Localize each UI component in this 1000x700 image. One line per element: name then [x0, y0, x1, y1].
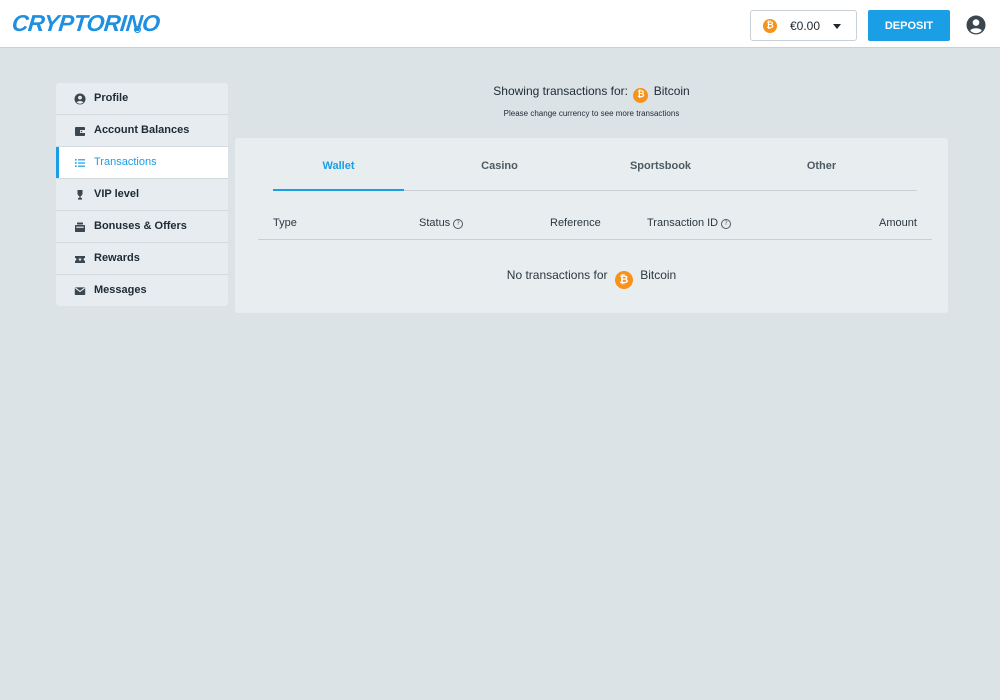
currency-name: Bitcoin	[653, 84, 690, 98]
showing-transactions-heading: Showing transactions for: ₿ Bitcoin	[235, 84, 948, 103]
column-header-label: Transaction ID	[647, 217, 719, 229]
showing-prefix: Showing transactions for:	[493, 84, 629, 98]
sidebar-item-messages[interactable]: Messages	[56, 275, 228, 306]
tab-wallet[interactable]: Wallet	[273, 138, 404, 191]
top-bar: CRYPTORINO ₿ €0.00 DEPOSIT	[0, 0, 1000, 48]
sidebar-item-bonuses-offers[interactable]: Bonuses & Offers	[56, 211, 228, 243]
column-header-reference: Reference	[550, 217, 601, 229]
site-logo[interactable]: CRYPTORINO	[11, 10, 161, 37]
gift-icon	[75, 222, 85, 232]
account-icon[interactable]	[966, 15, 986, 35]
sidebar-item-rewards[interactable]: Rewards	[56, 243, 228, 275]
deposit-button[interactable]: DEPOSIT	[868, 10, 950, 41]
help-icon[interactable]: ?	[453, 219, 464, 229]
sidebar-item-transactions[interactable]: Transactions	[56, 147, 228, 179]
logo-mark-icon	[134, 26, 141, 33]
bitcoin-icon: ₿	[763, 19, 777, 33]
tab-other[interactable]: Other	[756, 138, 887, 190]
column-header-amount: Amount	[879, 217, 917, 229]
transaction-tabs: Wallet Casino Sportsbook Other	[273, 138, 917, 191]
profile-icon	[74, 93, 86, 105]
envelope-icon	[74, 287, 86, 295]
column-header-status: Status?	[419, 217, 464, 229]
caret-down-icon	[833, 24, 841, 29]
tab-sportsbook[interactable]: Sportsbook	[595, 138, 726, 190]
bitcoin-icon: ₿	[614, 271, 633, 289]
sidebar-item-label: Profile	[94, 92, 129, 104]
sidebar-item-label: Transactions	[94, 156, 157, 168]
account-sidebar: Profile Account Balances Transactions VI…	[56, 83, 228, 306]
sidebar-item-account-balances[interactable]: Account Balances	[56, 115, 228, 147]
sidebar-item-vip-level[interactable]: VIP level	[56, 179, 228, 211]
ticket-icon	[75, 256, 85, 263]
bitcoin-icon: ₿	[633, 88, 649, 103]
trophy-icon	[77, 190, 83, 200]
empty-state-currency: Bitcoin	[640, 268, 677, 282]
empty-state-prefix: No transactions for	[506, 268, 608, 282]
table-header: Type Status? Reference Transaction ID? A…	[258, 206, 932, 240]
column-header-label: Status	[419, 217, 451, 229]
sidebar-item-label: Bonuses & Offers	[94, 220, 187, 232]
balance-selector[interactable]: ₿ €0.00	[750, 10, 857, 41]
change-currency-hint: Please change currency to see more trans…	[503, 109, 680, 118]
list-icon	[75, 159, 85, 167]
help-icon[interactable]: ?	[721, 219, 732, 229]
sidebar-item-profile[interactable]: Profile	[56, 83, 228, 115]
balance-amount: €0.00	[790, 19, 821, 33]
column-header-transaction-id: Transaction ID?	[647, 217, 732, 229]
column-header-type: Type	[273, 217, 297, 229]
sidebar-item-label: VIP level	[94, 188, 140, 200]
sidebar-item-label: Account Balances	[94, 124, 190, 136]
sidebar-item-label: Messages	[94, 284, 147, 296]
sidebar-item-label: Rewards	[94, 252, 140, 264]
empty-state-message: No transactions for ₿ Bitcoin	[235, 268, 948, 289]
transactions-panel: Wallet Casino Sportsbook Other Type Stat…	[235, 138, 948, 313]
wallet-icon	[75, 127, 85, 136]
tab-casino[interactable]: Casino	[434, 138, 565, 190]
